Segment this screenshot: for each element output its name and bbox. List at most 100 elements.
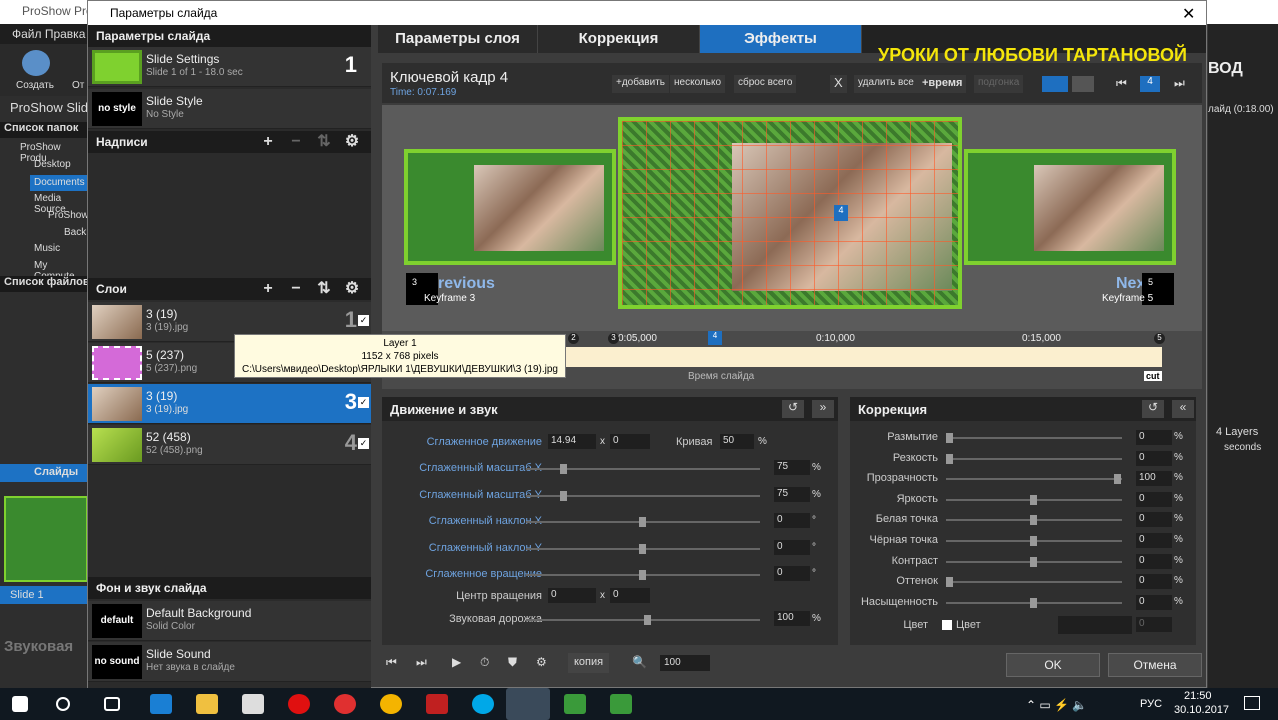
- photo-app-icon[interactable]: [426, 694, 448, 714]
- reset-all-button[interactable]: сброс всего: [734, 75, 797, 93]
- play-icon[interactable]: ▶: [452, 655, 461, 669]
- motion-row-knob[interactable]: [560, 464, 567, 474]
- tab-correction[interactable]: Коррекция: [538, 25, 700, 53]
- motion-row-slider[interactable]: [526, 543, 760, 554]
- correction-row-slider[interactable]: [946, 474, 1122, 485]
- add-caption-icon[interactable]: +: [254, 131, 282, 153]
- correction-row-input[interactable]: 0: [1136, 430, 1172, 445]
- color-checkbox[interactable]: [942, 620, 952, 630]
- motion-x-input[interactable]: 14.94: [548, 434, 596, 449]
- move-layer-icon[interactable]: ⇅: [310, 278, 338, 300]
- collapse-correction-icon[interactable]: «: [1172, 400, 1194, 418]
- opera-icon[interactable]: [288, 694, 310, 714]
- correction-row-knob[interactable]: [1030, 515, 1037, 526]
- add-time-button[interactable]: +время: [918, 75, 967, 93]
- slide-label[interactable]: Slide 1: [0, 586, 90, 604]
- zoom-input[interactable]: 100: [660, 655, 710, 671]
- motion-row-input[interactable]: 0: [774, 566, 810, 581]
- audio-slider-knob[interactable]: [644, 615, 651, 625]
- correction-row-knob[interactable]: [1030, 556, 1037, 567]
- cut-badge[interactable]: cut: [1144, 371, 1162, 381]
- clock-date[interactable]: 30.10.2017: [1174, 704, 1229, 716]
- close-icon[interactable]: ✕: [1182, 4, 1195, 24]
- ok-button[interactable]: OK: [1006, 653, 1100, 677]
- shield-icon[interactable]: ⛊: [508, 655, 517, 670]
- expand-motion-icon[interactable]: »: [812, 400, 834, 418]
- sound-row[interactable]: no sound Slide Sound Нет звука в слайде: [88, 642, 371, 682]
- motion-row-slider[interactable]: [526, 570, 760, 580]
- correction-row-knob[interactable]: [946, 453, 953, 464]
- fit-button[interactable]: подгонка: [974, 75, 1024, 93]
- correction-row-input[interactable]: 0: [1136, 553, 1172, 569]
- tree-item[interactable]: Back: [64, 227, 86, 238]
- tab-layer-params[interactable]: Параметры слоя: [378, 25, 538, 53]
- layer-row-selected[interactable]: 3 (19) 3 (19).jpg 3 ✓: [88, 384, 371, 424]
- correction-row-slider[interactable]: [946, 515, 1122, 526]
- layer-visible-checkbox[interactable]: ✓: [358, 315, 369, 326]
- cancel-button[interactable]: Отмена: [1108, 653, 1202, 677]
- correction-row-slider[interactable]: [946, 556, 1122, 567]
- motion-row-knob[interactable]: [639, 570, 646, 580]
- correction-row-knob[interactable]: [1030, 597, 1037, 608]
- motion-row-slider[interactable]: [526, 464, 760, 474]
- correction-row-slider[interactable]: [946, 453, 1122, 464]
- center-y-input[interactable]: 0: [610, 588, 650, 603]
- layer-visible-checkbox[interactable]: ✓: [358, 397, 369, 408]
- last-frame-icon[interactable]: ⏭: [416, 655, 427, 670]
- timeline-marker[interactable]: 3: [608, 333, 619, 344]
- motion-row-input[interactable]: 0: [774, 539, 810, 555]
- remove-layer-icon[interactable]: −: [282, 278, 310, 300]
- slide-style-row[interactable]: no style Slide Style No Style: [88, 89, 371, 129]
- reset-correction-icon[interactable]: ↺: [1142, 400, 1164, 418]
- correction-row-slider[interactable]: [946, 577, 1122, 588]
- view-mode2-icon[interactable]: [1072, 76, 1094, 92]
- edge-icon[interactable]: [150, 694, 172, 714]
- motion-row-input[interactable]: 75: [774, 486, 810, 502]
- lang-indicator[interactable]: РУС: [1140, 698, 1162, 710]
- correction-row-input[interactable]: 100: [1136, 471, 1172, 487]
- tree-item[interactable]: ProShow: [48, 210, 89, 221]
- view-mode-icon[interactable]: [1042, 76, 1068, 92]
- create-icon[interactable]: [22, 50, 50, 76]
- copy-button[interactable]: копия: [568, 653, 610, 673]
- first-frame-icon[interactable]: ⏮: [386, 655, 397, 670]
- reset-motion-icon[interactable]: ↺: [782, 400, 804, 418]
- motion-row-input[interactable]: 75: [774, 460, 810, 475]
- tree-item-selected[interactable]: Documents: [30, 175, 90, 191]
- correction-row-slider[interactable]: [946, 597, 1122, 608]
- create-label[interactable]: Создать: [16, 80, 54, 91]
- move-caption-icon[interactable]: ⇅: [310, 131, 338, 153]
- remove-caption-icon[interactable]: −: [282, 131, 310, 153]
- tab-effects[interactable]: Эффекты: [700, 25, 862, 53]
- correction-row-input[interactable]: 0: [1136, 491, 1172, 507]
- color-swatch[interactable]: [1058, 616, 1132, 634]
- proshow-taskbar-icon[interactable]: [506, 688, 550, 720]
- timeline-marker-current[interactable]: 4: [708, 331, 722, 345]
- layer-gear-icon[interactable]: ⚙: [338, 278, 366, 300]
- correction-row-input[interactable]: 0: [1136, 512, 1172, 528]
- correction-row-knob[interactable]: [946, 577, 953, 588]
- timeline-marker[interactable]: 5: [1154, 333, 1165, 344]
- chrome-icon[interactable]: [380, 694, 402, 714]
- correction-row-slider[interactable]: [946, 536, 1122, 546]
- motion-row-knob[interactable]: [560, 490, 567, 501]
- motion-row-input[interactable]: 0: [774, 513, 810, 528]
- start-icon[interactable]: [12, 696, 28, 712]
- store-icon[interactable]: [242, 694, 264, 714]
- slide-thumbnail[interactable]: [4, 496, 88, 582]
- correction-row-input[interactable]: 0: [1136, 594, 1172, 610]
- add-several-button[interactable]: несколько: [670, 75, 726, 93]
- background-row[interactable]: default Default Background Solid Color: [88, 601, 371, 641]
- zoom-icon[interactable]: 🔍: [632, 655, 647, 669]
- delete-all-button[interactable]: удалить все: [854, 75, 918, 93]
- color-value-input[interactable]: 0: [1136, 617, 1172, 632]
- skype-icon[interactable]: [472, 694, 494, 714]
- caption-gear-icon[interactable]: ⚙: [338, 131, 366, 153]
- correction-row-input[interactable]: 0: [1136, 574, 1172, 590]
- gear-icon[interactable]: ⚙: [536, 655, 547, 669]
- curve-input[interactable]: 50: [720, 434, 754, 449]
- slides-tab[interactable]: Слайды: [0, 464, 90, 482]
- motion-row-knob[interactable]: [639, 517, 646, 527]
- tree-item[interactable]: Music: [34, 243, 60, 254]
- next-keyframe-icon[interactable]: ⏭: [1174, 76, 1185, 91]
